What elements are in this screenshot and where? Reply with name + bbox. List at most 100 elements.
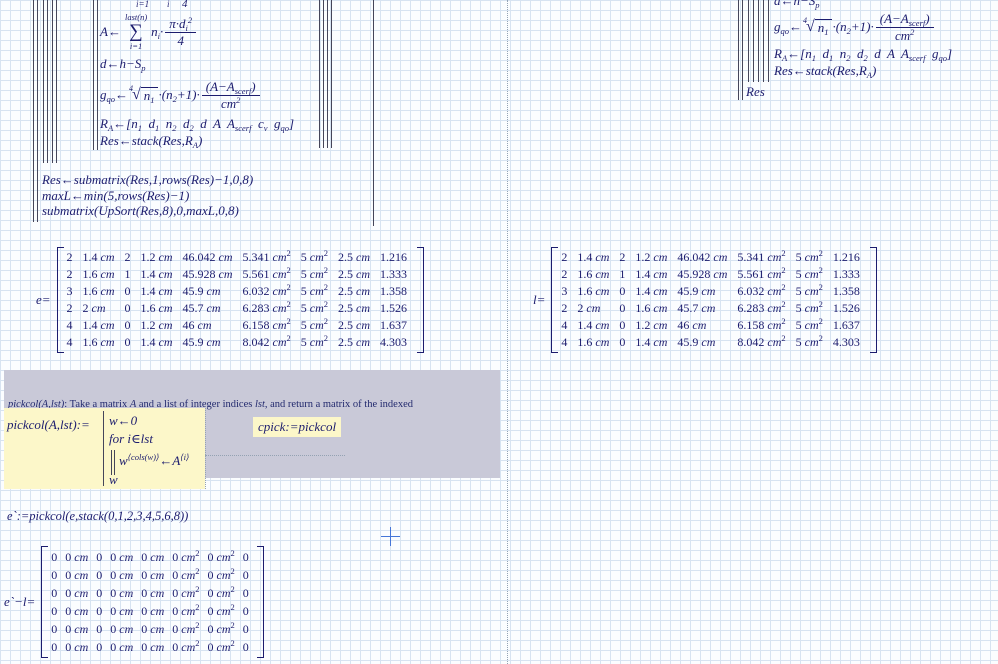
program-bar xyxy=(37,0,38,222)
matrix-cell: 8.042 cm2 xyxy=(242,333,291,349)
expr-maxl-definition[interactable]: maxL←min(5,rows(Res)−1) xyxy=(42,188,189,204)
matrix-cell: 1.4 cm xyxy=(635,335,668,349)
matrix-cell: 45.928 cm xyxy=(677,267,728,281)
program-bar xyxy=(43,0,44,163)
matrix-cell: 45.928 cm xyxy=(182,267,233,281)
expr-gqo-definition-right[interactable]: gqo← 4 √ n1 ·(n2+1)· (A−Ascerf) cm2 xyxy=(774,10,936,44)
clipped-fragment: 4 xyxy=(182,0,188,10)
fraction: π·di2 4 xyxy=(165,15,197,49)
matrix-cell: 4.303 xyxy=(832,335,860,349)
matrix-cell: 4 xyxy=(561,335,568,349)
pickcol-definition-region[interactable]: pickcol(A,lst):= w←0 for i∈lst w⟨cols(w)… xyxy=(4,408,205,489)
matrix-cell: 0 xyxy=(619,335,626,349)
summation-operator: last(n) ∑ i=1 xyxy=(125,12,147,51)
matrix-cell: 5 cm2 xyxy=(300,316,329,332)
fraction-numerator: π·di2 xyxy=(165,15,197,33)
expr-res-stack-right[interactable]: Res←stack(Res,RA) xyxy=(774,63,876,79)
cpick-definition-region[interactable]: cpick:=pickcol xyxy=(253,417,342,437)
matrix-cell: 1.2 cm xyxy=(140,318,173,332)
expr-d-definition-right-clipped[interactable]: d←h−Sp xyxy=(774,0,820,9)
matrix-table: 00 cm 0 0 cm 0 cm 0 cm2 0 cm2 0 0 0 cm 0 0 cm 0 cm 0… xyxy=(51,548,257,656)
matrix-cell: 46 cm xyxy=(182,318,212,332)
expr-res-submatrix[interactable]: Res←submatrix(Res,1,rows(Res)−1,0,8) xyxy=(42,172,253,188)
matrix-row: 4 1.4 cm 0 1.2 cm 46 cm 6.158 cm2 5 cm2 2.5 cm 1… xyxy=(67,317,418,334)
matrix-cell: 0 xyxy=(124,335,131,349)
program-bar xyxy=(763,0,764,82)
matrix-table: 2 1.4 cm 2 1.2 cm 46.042 cm 5.341 cm2 5 cm2 1.2… xyxy=(561,249,870,351)
matrix-row: 4 1.4 cm 0 1.2 cm 46 cm 6.158 cm2 5 cm2 1.637 xyxy=(561,317,870,334)
matrix-cell: 46 cm xyxy=(677,318,707,332)
matrix-cell: 45.9 cm xyxy=(182,284,221,298)
expr-RA-vector-left[interactable]: RA←[n1 d1 n2 d2 d A Ascerf cv gqo] xyxy=(100,116,294,132)
matrix-cell: 0 cm xyxy=(65,604,89,618)
program-region-left[interactable]: i=1 i 4 A← last(n) ∑ i=1 ni· π·di2 4 d←h… xyxy=(33,0,385,230)
matrix-l-region[interactable]: l= 2 1.4 cm 2 1.2 cm 46.042 cm 5.341 cm2 5 cm2… xyxy=(533,247,877,353)
program-bar xyxy=(47,0,48,163)
matrix-cell: 0 cm xyxy=(65,640,89,654)
matrix-label: e`−l= xyxy=(4,594,36,609)
expr-RA-vector-right[interactable]: RA←[n1 d1 n2 d2 d A Ascerf gqo] xyxy=(774,46,952,62)
matrix-cell: 2.5 cm xyxy=(338,335,371,349)
matrix-cell: 1.6 cm xyxy=(635,301,668,315)
matrix-cell: 5 cm2 xyxy=(795,282,823,298)
program-bar xyxy=(768,0,769,82)
matrix-cell: 1.4 cm xyxy=(82,318,115,332)
matrix-cell: 2.5 cm xyxy=(338,301,371,315)
matrix-row: 0 0 cm 0 0 cm 0 cm 0 cm2 0 cm2 0 xyxy=(51,566,257,584)
matrix-row: 2 2 cm 0 1.6 cm 45.7 cm 6.283 cm2 5 cm2 1.526 xyxy=(561,300,870,317)
matrix-cell: 4 xyxy=(66,335,73,349)
expr-A-sum-definition[interactable]: A← last(n) ∑ i=1 ni· π·di2 4 xyxy=(100,12,198,51)
matrix-cell: 0 cm xyxy=(141,568,165,582)
expr-d-definition[interactable]: d←h−Sp xyxy=(100,56,146,72)
matrix-cell: 0 xyxy=(96,550,103,564)
expr-eprime-definition[interactable]: e`:=pickcol(e,stack(0,1,2,3,4,5,6,8)) xyxy=(7,508,188,524)
expr-gqo-definition-left[interactable]: gqo← 4 √ n1 ·(n2+1)· (A−Ascerf) cm2 xyxy=(100,78,262,112)
matrix-cell: 6.283 cm2 xyxy=(737,299,786,315)
expr-res-output[interactable]: Res xyxy=(746,84,765,100)
matrix-bracket-left xyxy=(41,546,49,658)
matrix-cell: 1.526 xyxy=(832,301,860,315)
matrix-cell: 0 cm2 xyxy=(207,620,235,636)
matrix-cell: 2.5 cm xyxy=(338,267,371,281)
program-bar xyxy=(331,0,332,148)
matrix-cell: 6.158 cm2 xyxy=(737,316,786,332)
matrix-row: 4 1.6 cm 0 1.4 cm 45.9 cm 8.042 cm2 5 cm2 2.5 c… xyxy=(67,334,418,351)
matrix-cell: 1 xyxy=(124,267,131,281)
matrix-cell: 0 cm xyxy=(141,640,165,654)
matrix-cell: 2 cm xyxy=(577,301,601,315)
matrix-cell: 5 cm2 xyxy=(795,316,823,332)
fraction-denominator: 4 xyxy=(177,32,184,48)
expr-res-stack-left[interactable]: Res←stack(Res,RA) xyxy=(100,133,202,149)
fraction: (A−Ascerf) cm2 xyxy=(875,10,934,44)
pickcol-lhs: pickcol(A,lst):= xyxy=(7,417,90,432)
matrix-cell: 0 xyxy=(51,568,58,582)
gqo-middle: ·(n2+1)· xyxy=(158,87,200,104)
matrix-cell: 5 cm2 xyxy=(795,299,823,315)
matrix-cell: 1.4 cm xyxy=(140,284,173,298)
matrix-cell: 0 xyxy=(51,586,58,600)
matrix-cell: 0 cm xyxy=(110,568,134,582)
matrix-cell: 0 xyxy=(242,604,249,618)
matrix-cell: 1.6 cm xyxy=(577,267,610,281)
program-bar xyxy=(319,0,320,148)
matrix-cell: 1.2 cm xyxy=(635,318,668,332)
matrix-row: 0 0 cm 0 0 cm 0 cm 0 cm2 0 cm2 0 xyxy=(51,548,257,566)
matrix-cell: 0 cm2 xyxy=(207,602,235,618)
matrix-cell: 4.303 xyxy=(380,335,408,349)
matrix-cell: 1.333 xyxy=(832,267,860,281)
matrix-row: 2 1.6 cm 1 1.4 cm 45.928 cm 5.561 cm2 5 cm2 1.3… xyxy=(561,266,870,283)
matrix-cell: 0 cm2 xyxy=(207,566,235,582)
program-bar xyxy=(52,0,53,163)
matrix-cell: 1.4 cm xyxy=(577,250,610,264)
expr-submatrix-upsort[interactable]: submatrix(UpSort(Res,8),0,maxL,0,8) xyxy=(42,203,239,219)
matrix-cell: 0 cm2 xyxy=(207,638,235,654)
matrix-diff-region[interactable]: e`−l= 0 0 cm 0 0 cm 0 cm 0 cm2 0 cm2 0 0 0 cm 0 0 c… xyxy=(4,546,264,658)
matrix-cell: 2 xyxy=(561,250,568,264)
region-guide-horizontal xyxy=(205,455,345,456)
matrix-e-region[interactable]: e= 2 1.4 cm 2 1.2 cm 46.042 cm 5.341 cm2 5 cm2… xyxy=(36,247,425,353)
matrix-cell: 0 cm xyxy=(141,586,165,600)
matrix-cell: 6.032 cm2 xyxy=(737,282,786,298)
program-bar xyxy=(33,0,34,222)
matrix-cell: 46.042 cm xyxy=(677,250,728,264)
program-region-right[interactable]: d←h−Sp gqo← 4 √ n1 ·(n2+1)· (A−Ascerf) c… xyxy=(738,0,990,110)
